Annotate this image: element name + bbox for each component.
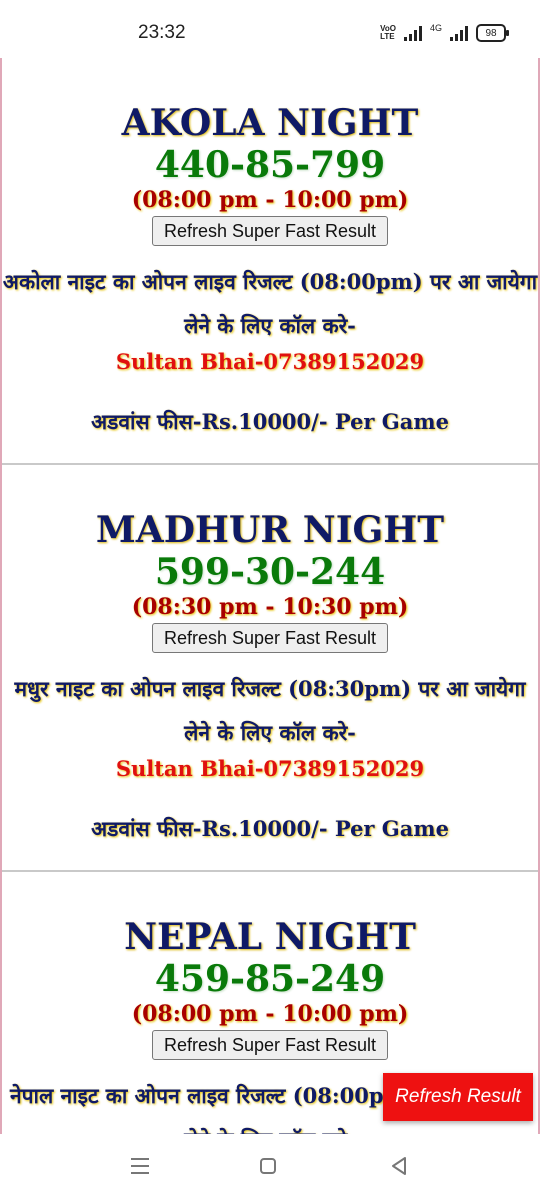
game-card-akola: AKOLA NIGHT 440-85-799 (08:00 pm - 10:00… bbox=[2, 58, 538, 465]
game-result-number: 440-85-799 bbox=[154, 144, 386, 186]
refresh-super-fast-button[interactable]: Refresh Super Fast Result bbox=[151, 1030, 389, 1060]
game-time: (08:00 pm - 10:00 pm) bbox=[131, 187, 409, 213]
game-description: अकोला नाइट का ओपन लाइव रिजल्ट (08:00pm) … bbox=[2, 269, 538, 338]
volte-label-bottom: LTE bbox=[380, 32, 395, 41]
game-title: AKOLA NIGHT bbox=[121, 102, 419, 144]
game-title: NEPAL NIGHT bbox=[124, 916, 416, 958]
back-icon[interactable] bbox=[390, 1156, 408, 1180]
game-description: मधुर नाइट का ओपन लाइव रिजल्ट (08:30pm) प… bbox=[14, 676, 526, 745]
status-icons: VoO LTE 4G 98 bbox=[380, 23, 509, 42]
home-icon[interactable] bbox=[260, 1158, 276, 1174]
game-title: MADHUR NIGHT bbox=[95, 509, 445, 551]
game-result-number: 599-30-244 bbox=[154, 551, 386, 593]
refresh-super-fast-button[interactable]: Refresh Super Fast Result bbox=[151, 623, 389, 653]
game-card-madhur: MADHUR NIGHT 599-30-244 (08:30 pm - 10:3… bbox=[2, 465, 538, 872]
battery-level: 98 bbox=[485, 27, 497, 39]
signal-icon-2 bbox=[450, 25, 468, 41]
status-bar: 23:32 VoO LTE 4G 98 bbox=[0, 0, 540, 62]
volte-icon: VoO LTE bbox=[380, 25, 396, 41]
refresh-super-fast-button[interactable]: Refresh Super Fast Result bbox=[151, 216, 389, 246]
game-time: (08:00 pm - 10:00 pm) bbox=[131, 1001, 409, 1027]
contact-phone-link[interactable]: Sultan Bhai-07389152029 bbox=[2, 348, 538, 376]
system-nav-bar bbox=[0, 1134, 540, 1200]
network-type: 4G bbox=[429, 23, 442, 33]
contact-phone-link[interactable]: Sultan Bhai-07389152029 bbox=[2, 755, 538, 783]
refresh-result-button[interactable]: Refresh Result bbox=[383, 1073, 533, 1121]
recent-apps-icon[interactable] bbox=[131, 1158, 149, 1179]
advance-fee: अडवांस फीस-Rs.10000/- Per Game bbox=[91, 409, 449, 434]
status-time: 23:32 bbox=[138, 22, 186, 43]
battery-icon: 98 bbox=[476, 24, 509, 42]
page-content[interactable]: AKOLA NIGHT 440-85-799 (08:00 pm - 10:00… bbox=[0, 58, 540, 1134]
advance-fee: अडवांस फीस-Rs.10000/- Per Game bbox=[91, 816, 449, 841]
signal-icon bbox=[403, 25, 422, 41]
game-time: (08:30 pm - 10:30 pm) bbox=[131, 594, 409, 620]
game-result-number: 459-85-249 bbox=[154, 958, 386, 1000]
